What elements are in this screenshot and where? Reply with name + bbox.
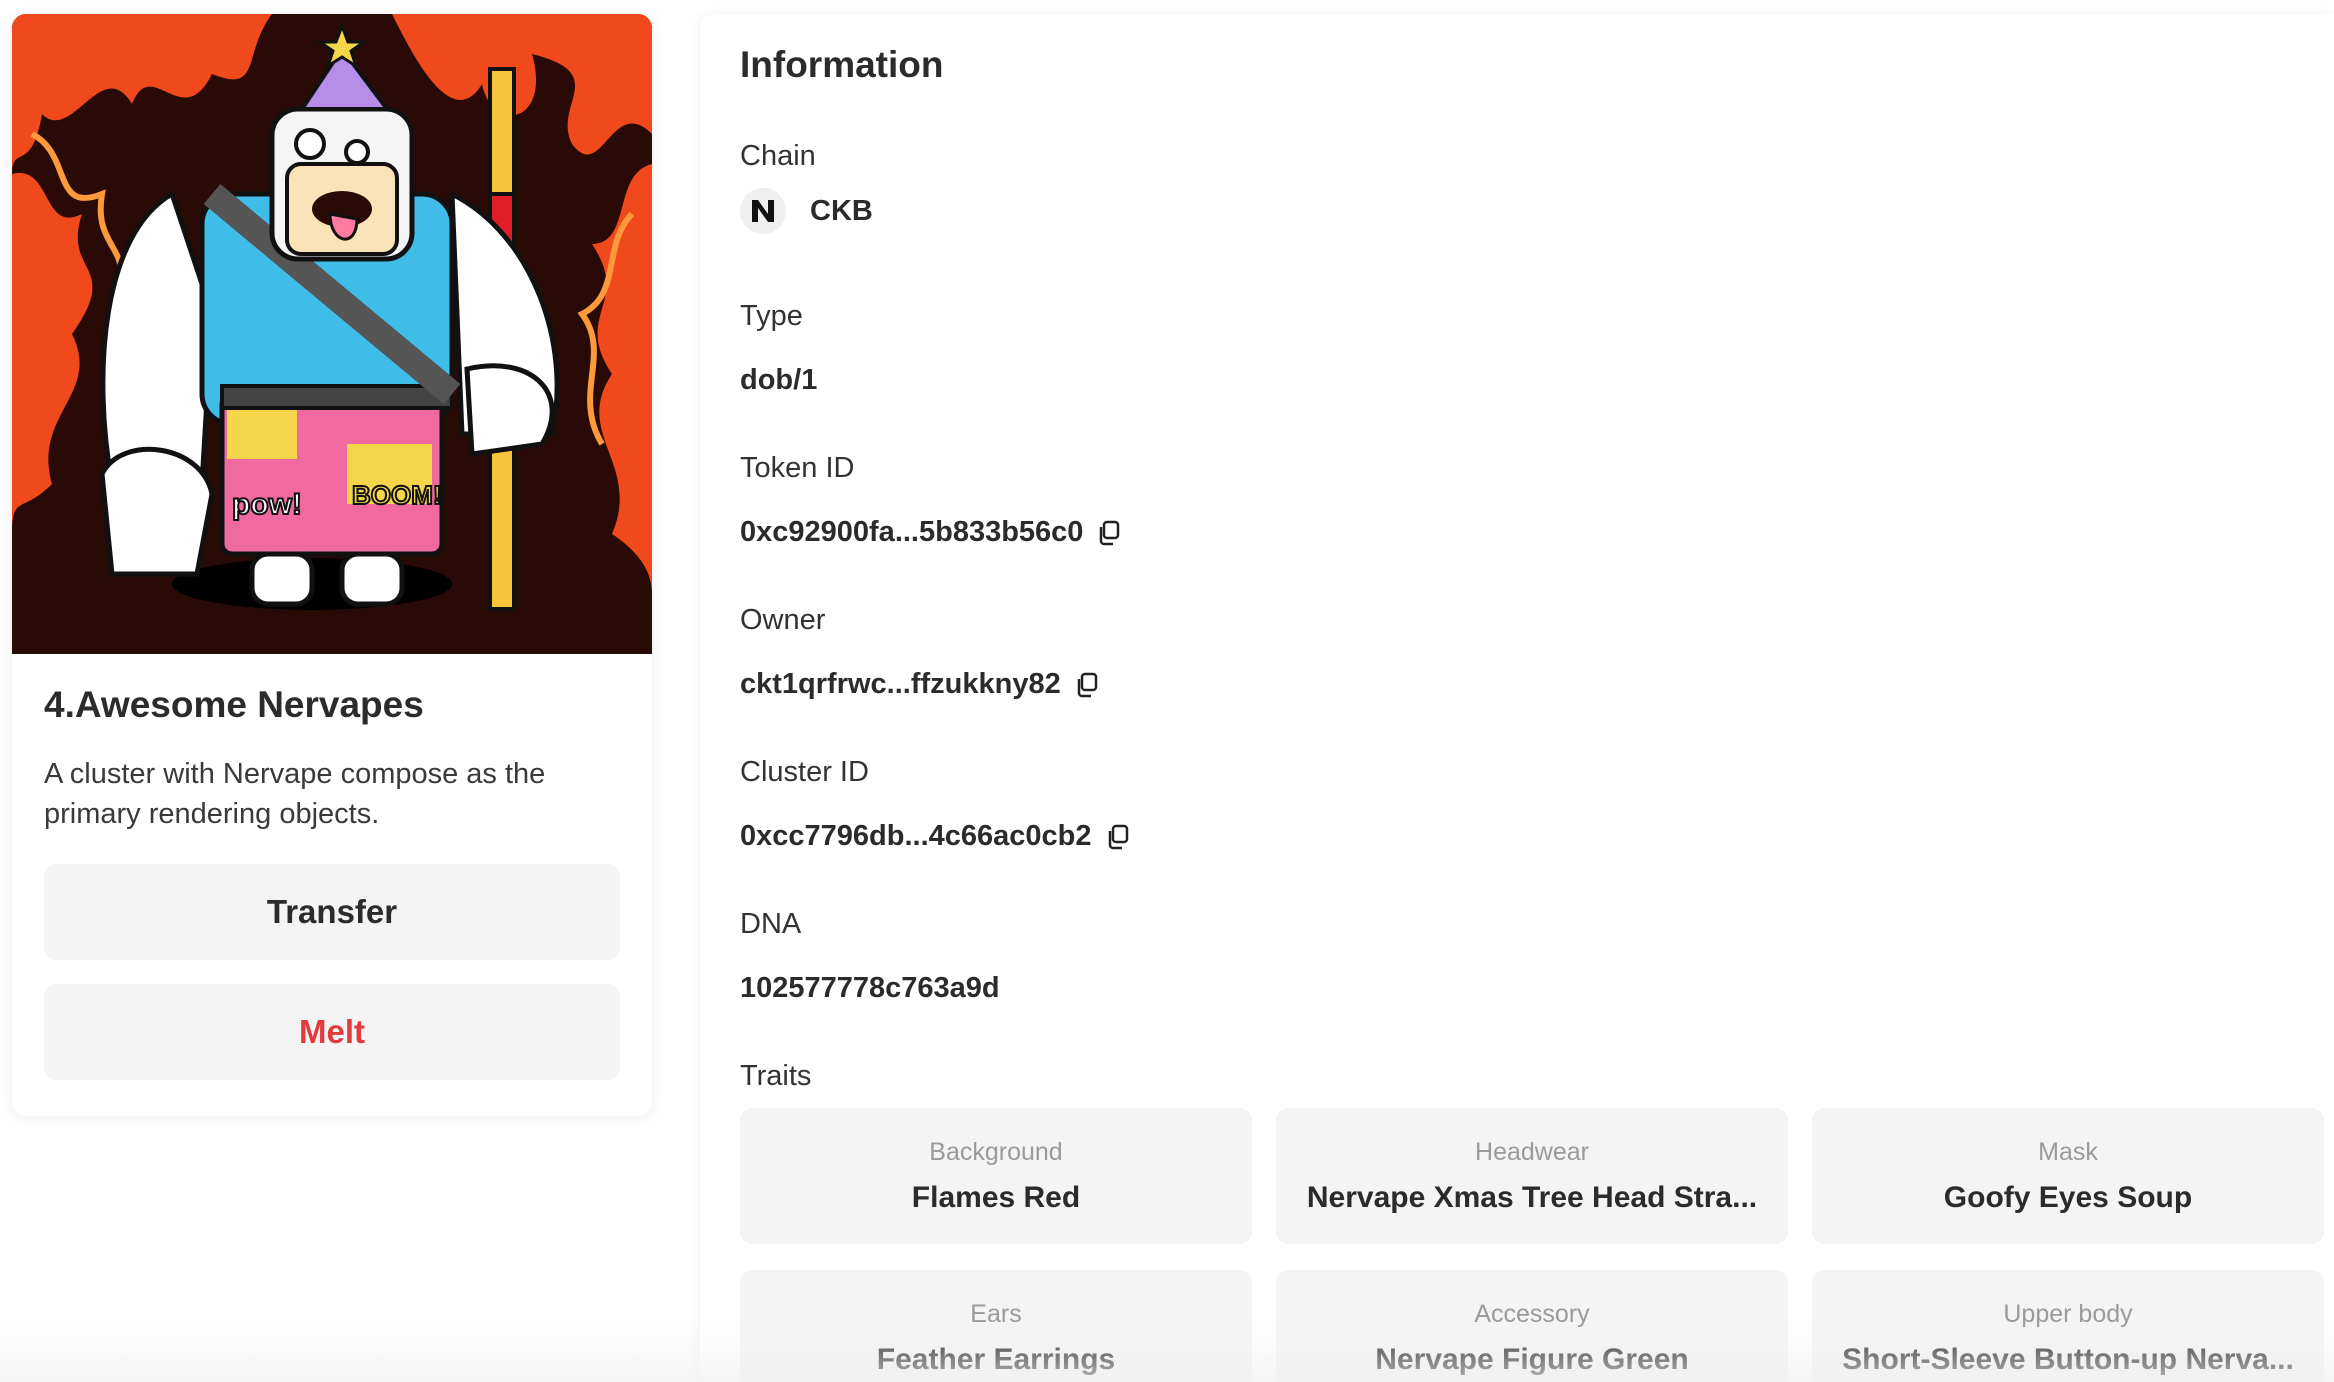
token-id-value: 0xc92900fa...5b833b56c0	[740, 516, 1121, 549]
chain-value: CKB	[740, 188, 873, 234]
traits-grid: Background Flames Red Headwear Nervape X…	[740, 1108, 2324, 1382]
cluster-id-text: 0xcc7796db...4c66ac0cb2	[740, 820, 1092, 852]
trait-value: Goofy Eyes Soup	[1943, 1180, 2193, 1214]
melt-button[interactable]: Melt	[44, 984, 620, 1080]
cluster-id-value: 0xcc7796db...4c66ac0cb2	[740, 820, 1130, 853]
nft-card: pow! BOOM! 4.Awesome Nervapes A cluster …	[12, 14, 652, 1116]
copy-icon[interactable]	[1106, 824, 1130, 850]
trait-value: Feather Earrings	[876, 1342, 1116, 1376]
trait-value: Short-Sleeve Button-up Nerva...	[1842, 1342, 2294, 1376]
information-panel: Information Chain CKB Type dob/1 Token I…	[700, 14, 2334, 1382]
trait-name: Accessory	[1474, 1299, 1590, 1328]
trait-name: Ears	[970, 1299, 1022, 1328]
trait-card-mask: Mask Goofy Eyes Soup	[1812, 1108, 2324, 1244]
dna-value: 102577778c763a9d	[740, 972, 1000, 1005]
trait-value: Nervape Figure Green	[1375, 1342, 1689, 1376]
type-text: dob/1	[740, 364, 818, 396]
trait-name: Headwear	[1475, 1137, 1589, 1166]
copy-icon[interactable]	[1097, 520, 1121, 546]
trait-card-accessory: Accessory Nervape Figure Green	[1276, 1270, 1788, 1382]
trait-card-headwear: Headwear Nervape Xmas Tree Head Stra...	[1276, 1108, 1788, 1244]
trait-name: Mask	[2038, 1137, 2098, 1166]
trait-card-ears: Ears Feather Earrings	[740, 1270, 1252, 1382]
type-value: dob/1	[740, 364, 817, 397]
trait-name: Upper body	[2003, 1299, 2133, 1328]
cluster-id-label: Cluster ID	[740, 756, 869, 788]
chain-name: CKB	[810, 194, 873, 227]
trait-value: Flames Red	[911, 1180, 1081, 1214]
nft-card-body: 4.Awesome Nervapes A cluster with Nervap…	[12, 654, 652, 1080]
svg-text:BOOM!: BOOM!	[352, 480, 442, 510]
trait-card-upper-body: Upper body Short-Sleeve Button-up Nerva.…	[1812, 1270, 2324, 1382]
traits-label: Traits	[740, 1060, 812, 1092]
transfer-button[interactable]: Transfer	[44, 864, 620, 960]
nft-title: 4.Awesome Nervapes	[44, 684, 424, 725]
trait-value: Nervape Xmas Tree Head Stra...	[1306, 1180, 1758, 1214]
svg-text:pow!: pow!	[232, 488, 302, 521]
nft-detail-page: pow! BOOM! 4.Awesome Nervapes A cluster …	[0, 0, 2334, 1382]
nft-description: A cluster with Nervape compose as the pr…	[44, 758, 546, 830]
dna-text: 102577778c763a9d	[740, 972, 1000, 1004]
ckb-logo-icon	[740, 188, 786, 234]
token-id-text: 0xc92900fa...5b833b56c0	[740, 516, 1084, 548]
owner-value: ckt1qrfrwc...ffzukkny82	[740, 668, 1099, 701]
nft-artwork-image: pow! BOOM!	[12, 14, 652, 654]
trait-name: Background	[929, 1137, 1063, 1166]
token-id-label: Token ID	[740, 452, 855, 484]
information-heading: Information	[740, 44, 944, 85]
dna-label: DNA	[740, 908, 802, 940]
trait-card-background: Background Flames Red	[740, 1108, 1252, 1244]
owner-label: Owner	[740, 604, 826, 636]
chain-label: Chain	[740, 140, 816, 172]
copy-icon[interactable]	[1075, 672, 1099, 698]
type-label: Type	[740, 300, 803, 332]
owner-text: ckt1qrfrwc...ffzukkny82	[740, 668, 1061, 700]
